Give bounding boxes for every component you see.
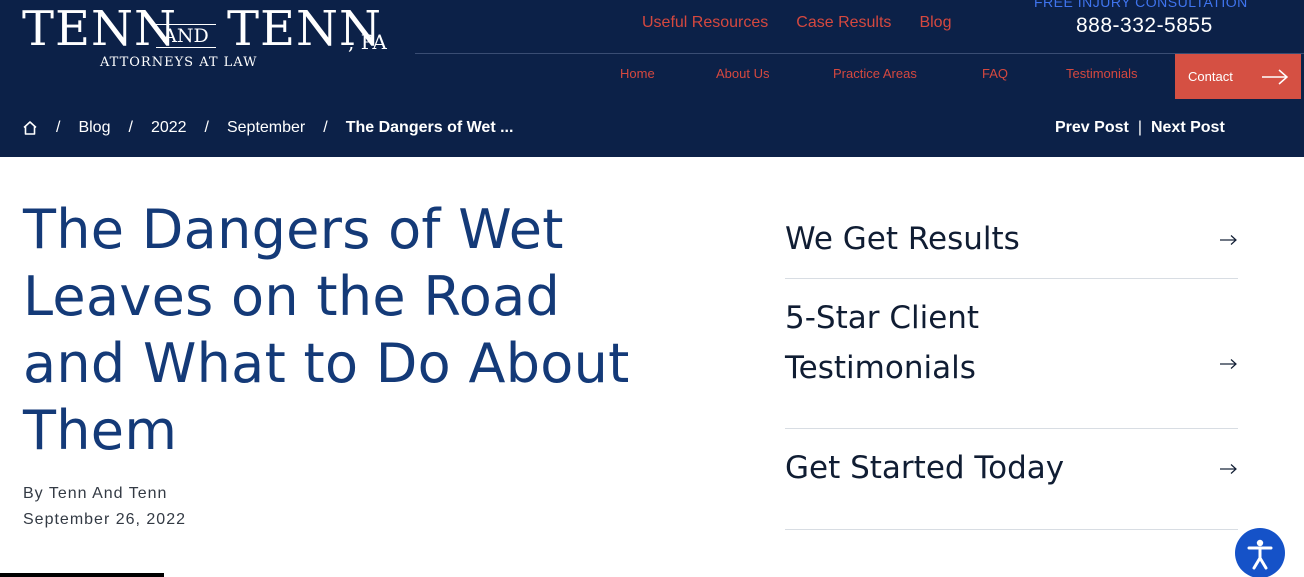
- sidebar-link-testimonials[interactable]: 5-Star Client Testimonials: [785, 279, 1238, 429]
- contact-button[interactable]: Contact: [1175, 54, 1301, 99]
- page-title: The Dangers of Wet Leaves on the Road an…: [23, 198, 630, 462]
- breadcrumb-separator: /: [323, 119, 328, 136]
- site-header: TENN AND TENN , PA ATTORNEYS AT LAW Usef…: [0, 0, 1304, 157]
- arrow-right-icon: [1220, 235, 1237, 245]
- prev-post-link[interactable]: Prev Post: [1055, 119, 1129, 137]
- breadcrumb-separator: /: [56, 119, 61, 136]
- nav-home[interactable]: Home: [620, 66, 655, 81]
- logo-suffix: , PA: [348, 30, 387, 54]
- top-links: Useful Resources Case Results Blog: [642, 13, 951, 33]
- article-author: By Tenn And Tenn: [23, 485, 168, 502]
- breadcrumb-item-2022[interactable]: 2022: [151, 119, 187, 137]
- next-post-link[interactable]: Next Post: [1151, 119, 1225, 137]
- bottom-strip: [0, 573, 164, 577]
- nav-faq[interactable]: FAQ: [982, 66, 1008, 81]
- sidebar-link-label: 5-Star Client Testimonials: [785, 300, 980, 386]
- home-icon[interactable]: [22, 120, 38, 136]
- nav-about-us[interactable]: About Us: [716, 66, 769, 81]
- post-nav-separator: |: [1137, 119, 1142, 136]
- consultation-label: FREE INJURY CONSULTATION: [1034, 0, 1248, 10]
- arrow-right-icon: [1262, 69, 1289, 85]
- accessibility-icon: [1247, 539, 1273, 570]
- top-link-blog[interactable]: Blog: [919, 13, 951, 33]
- phone-link[interactable]: 888-332-5855: [1076, 13, 1213, 39]
- arrow-right-icon: [1220, 464, 1237, 474]
- breadcrumb-item-september[interactable]: September: [227, 119, 305, 137]
- nav-testimonials[interactable]: Testimonials: [1066, 66, 1138, 81]
- sidebar-link-get-started[interactable]: Get Started Today: [785, 429, 1238, 530]
- sidebar-links: We Get Results 5-Star Client Testimonial…: [785, 200, 1238, 530]
- post-navigation: Prev Post | Next Post: [1055, 117, 1225, 139]
- logo-and: AND: [156, 24, 216, 48]
- logo-tagline: ATTORNEYS AT LAW: [100, 55, 258, 70]
- sidebar-link-label: Get Started Today: [785, 450, 1065, 486]
- nav-practice-areas[interactable]: Practice Areas: [833, 66, 917, 81]
- top-link-useful-resources[interactable]: Useful Resources: [642, 13, 768, 33]
- breadcrumb-item-blog[interactable]: Blog: [78, 119, 110, 137]
- arrow-right-icon: [1220, 359, 1237, 369]
- header-divider: [415, 53, 1304, 54]
- sidebar-link-label: We Get Results: [785, 221, 1020, 257]
- logo-word-1: TENN: [22, 1, 178, 57]
- breadcrumb-current: The Dangers of Wet ...: [345, 119, 514, 136]
- breadcrumb: / Blog / 2022 / September / The Dangers …: [22, 117, 513, 139]
- breadcrumb-separator: /: [204, 119, 209, 136]
- site-logo[interactable]: TENN AND TENN , PA ATTORNEYS AT LAW: [22, 2, 402, 74]
- top-link-case-results[interactable]: Case Results: [796, 13, 891, 33]
- sidebar-link-results[interactable]: We Get Results: [785, 200, 1238, 279]
- breadcrumb-separator: /: [128, 119, 133, 136]
- accessibility-button[interactable]: [1235, 528, 1285, 577]
- article-meta: By Tenn And Tenn September 26, 2022: [23, 481, 186, 533]
- contact-label: Contact: [1188, 69, 1233, 84]
- article-date: September 26, 2022: [23, 511, 186, 528]
